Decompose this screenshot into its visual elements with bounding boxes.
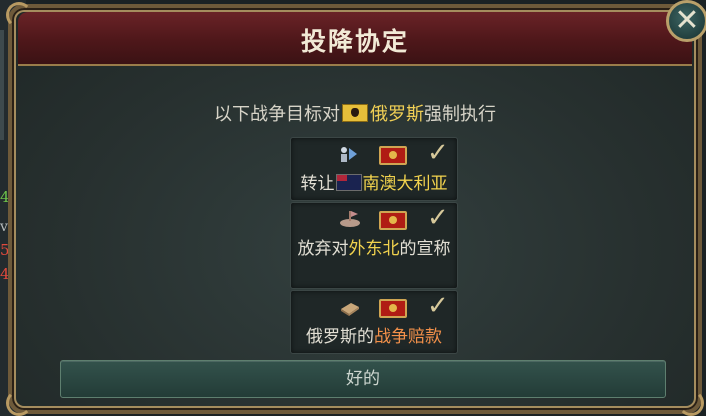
- war-goal-text: 转让 南澳大利亚: [291, 172, 457, 201]
- goal-target-region[interactable]: 外东北: [349, 239, 400, 259]
- capitulation-dialog: 投降协定 ✕ 以下战争目标对 俄罗斯强制执行 ✓ 转让 南澳大利亚 ✓ 放弃对外…: [6, 0, 706, 416]
- war-goal-text: 放弃对外东北的宣称: [291, 237, 457, 266]
- renounce-claim-icon[interactable]: [339, 209, 361, 229]
- dialog-subtitle: 以下战争目标对 俄罗斯强制执行: [12, 100, 698, 126]
- background-edge-bar: [0, 30, 4, 140]
- seal-icon: [379, 299, 407, 318]
- transfer-state-icon[interactable]: [339, 144, 361, 164]
- goal-target-state[interactable]: 南澳大利亚: [363, 174, 448, 194]
- subtitle-suffix: 强制执行: [424, 104, 496, 125]
- checkmark-icon: ✓: [427, 138, 449, 168]
- subtitle-prefix: 以下战争目标对: [214, 104, 340, 125]
- checkmark-icon: ✓: [427, 203, 449, 233]
- war-goal-card: ✓ 放弃对外东北的宣称: [290, 202, 458, 289]
- goal-text-prefix: 转让: [300, 174, 335, 194]
- dialog-header: 投降协定: [18, 12, 692, 66]
- goal-war-reparations[interactable]: 战争赔款: [374, 327, 442, 347]
- war-goal-text: 俄罗斯的战争赔款: [291, 325, 457, 354]
- checkmark-icon: ✓: [427, 291, 449, 321]
- seal-icon: [379, 146, 407, 165]
- subtitle-country[interactable]: 俄罗斯: [370, 104, 424, 125]
- war-goal-icons: ✓: [291, 138, 457, 172]
- goal-text-prefix: 放弃对: [297, 239, 349, 259]
- frame-corner: [6, 390, 32, 416]
- war-reparations-icon[interactable]: [339, 297, 361, 317]
- close-button[interactable]: ✕: [666, 0, 706, 42]
- war-goal-card: ✓ 转让 南澳大利亚: [290, 137, 458, 201]
- war-goal-icons: ✓: [291, 291, 457, 325]
- frame-corner: [678, 390, 704, 416]
- close-icon: ✕: [674, 3, 700, 38]
- goal-text-suffix: 的宣称: [399, 239, 451, 259]
- goal-text-prefix: 俄罗斯的: [306, 327, 374, 347]
- south-australia-flag-icon: [335, 174, 362, 191]
- seal-icon: [379, 211, 407, 230]
- war-goal-card: ✓ 俄罗斯的战争赔款: [290, 290, 458, 354]
- war-goal-icons: ✓: [291, 203, 457, 237]
- ok-button[interactable]: 好的: [60, 360, 666, 398]
- dialog-title: 投降协定: [300, 27, 409, 56]
- russia-flag-icon: [342, 104, 368, 122]
